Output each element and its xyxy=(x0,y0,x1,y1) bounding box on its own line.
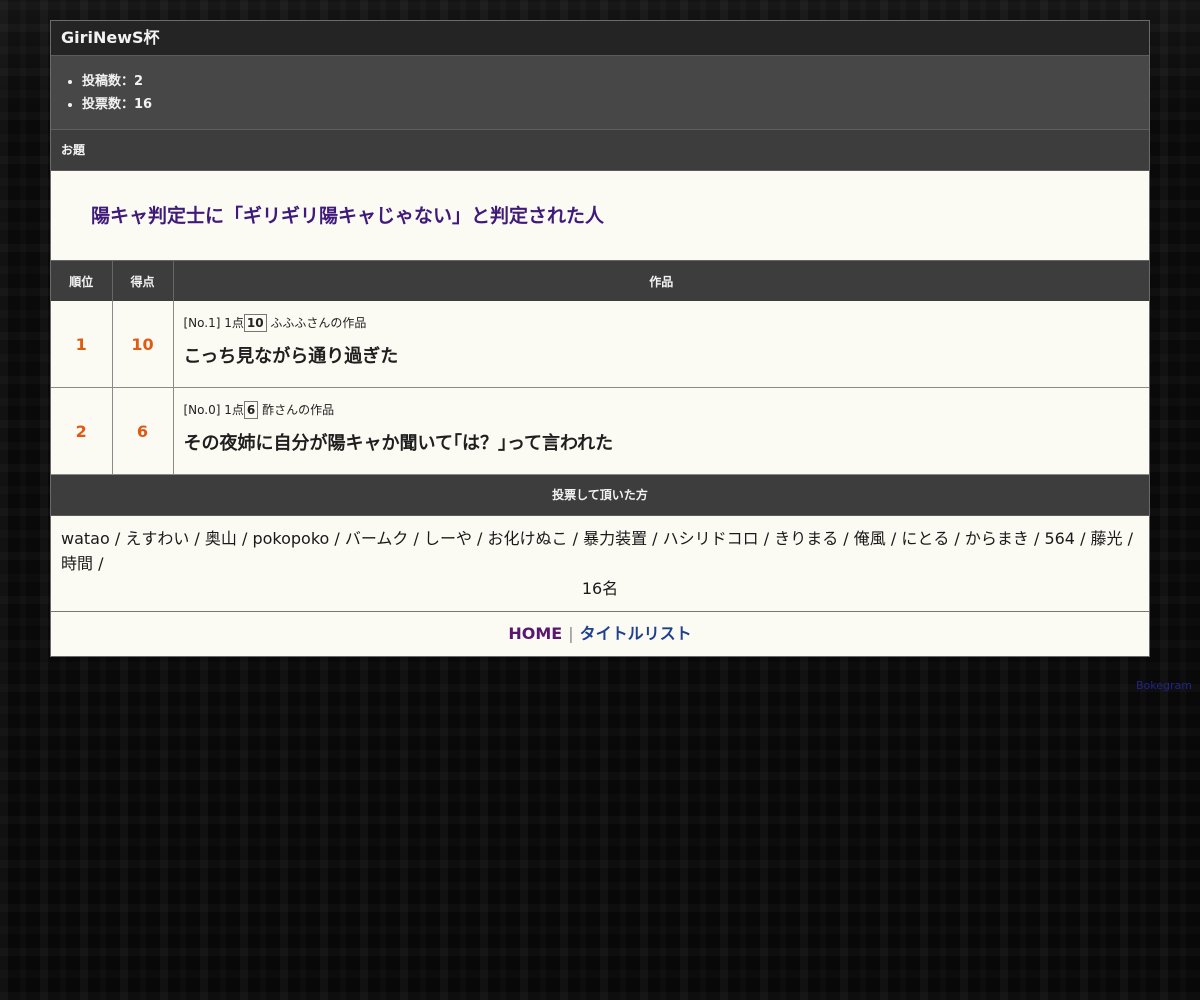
page-title: GiriNewS杯 xyxy=(51,21,1149,56)
home-link[interactable]: HOME xyxy=(508,624,562,643)
work-author: ふふふさんの作品 xyxy=(270,316,367,330)
work-cell: [No.1] 1点 10 ふふふさんの作品 こっち見ながら通り過ぎた xyxy=(173,301,1149,388)
stats-list: 投稿数：2 投票数：16 xyxy=(51,70,1149,116)
column-header-score: 得点 xyxy=(112,260,174,301)
table-row: 1 10 [No.1] 1点 10 ふふふさんの作品 こっち見ながら通り過ぎた xyxy=(51,301,1149,388)
post-count: 投稿数：2 xyxy=(82,70,1149,93)
work-title: こっち見ながら通り過ぎた xyxy=(183,346,399,367)
odai-text: 陽キャ判定士に「ギリギリ陽キャじゃない」と判定された人 xyxy=(51,171,1149,260)
rank-cell: 2 xyxy=(51,387,113,475)
rank-cell: 1 xyxy=(51,301,113,388)
voters-heading: 投票して頂いた方 xyxy=(51,475,1149,516)
table-row: 2 6 [No.0] 1点 6 酢さんの作品 その夜姉に自分が陽キャか聞いて｢は？… xyxy=(51,387,1150,475)
voters-list: watao / えすわい / 奥山 / pokopoko / バームク / しー… xyxy=(61,529,1134,573)
bokegram-link[interactable]: Bokegram xyxy=(1136,679,1192,692)
score-cell: 6 xyxy=(112,387,174,475)
footer-nav: HOME | タイトルリスト xyxy=(51,612,1149,656)
work-number: [No.1] 1点 xyxy=(183,316,244,330)
column-header-rank: 順位 xyxy=(51,260,113,301)
points-badge: 10 xyxy=(243,314,267,332)
results-table: 順位 得点 作品 1 10 [No.1] 1点 10 ふふふさんの作品 こっち見な… xyxy=(51,260,1149,475)
result-panel: GiriNewS杯 投稿数：2 投票数：16 お題 陽キャ判定士に「ギリギリ陽キ… xyxy=(50,20,1150,657)
score-cell: 10 xyxy=(112,301,174,388)
work-author: 酢さんの作品 xyxy=(262,403,335,417)
table-header-row: 順位 得点 作品 xyxy=(51,260,1149,301)
work-meta: [No.1] 1点 10 ふふふさんの作品 xyxy=(184,314,1150,332)
footer-separator: | xyxy=(568,624,574,643)
column-header-work: 作品 xyxy=(173,260,1149,301)
voters-box: watao / えすわい / 奥山 / pokopoko / バームク / しー… xyxy=(51,516,1149,612)
vote-count: 投票数：16 xyxy=(82,93,1149,116)
voters-count: 16名 xyxy=(581,579,619,598)
work-meta: [No.0] 1点 6 酢さんの作品 xyxy=(184,401,1150,419)
work-title: その夜姉に自分が陽キャか聞いて｢は？｣って言われた xyxy=(183,433,614,454)
points-badge: 6 xyxy=(243,401,259,419)
stats-box: 投稿数：2 投票数：16 xyxy=(51,56,1149,130)
title-list-link[interactable]: タイトルリスト xyxy=(580,624,692,643)
odai-heading: お題 xyxy=(51,130,1149,171)
work-number: [No.0] 1点 xyxy=(183,403,244,417)
work-cell: [No.0] 1点 6 酢さんの作品 その夜姉に自分が陽キャか聞いて｢は？｣って言… xyxy=(173,387,1150,475)
